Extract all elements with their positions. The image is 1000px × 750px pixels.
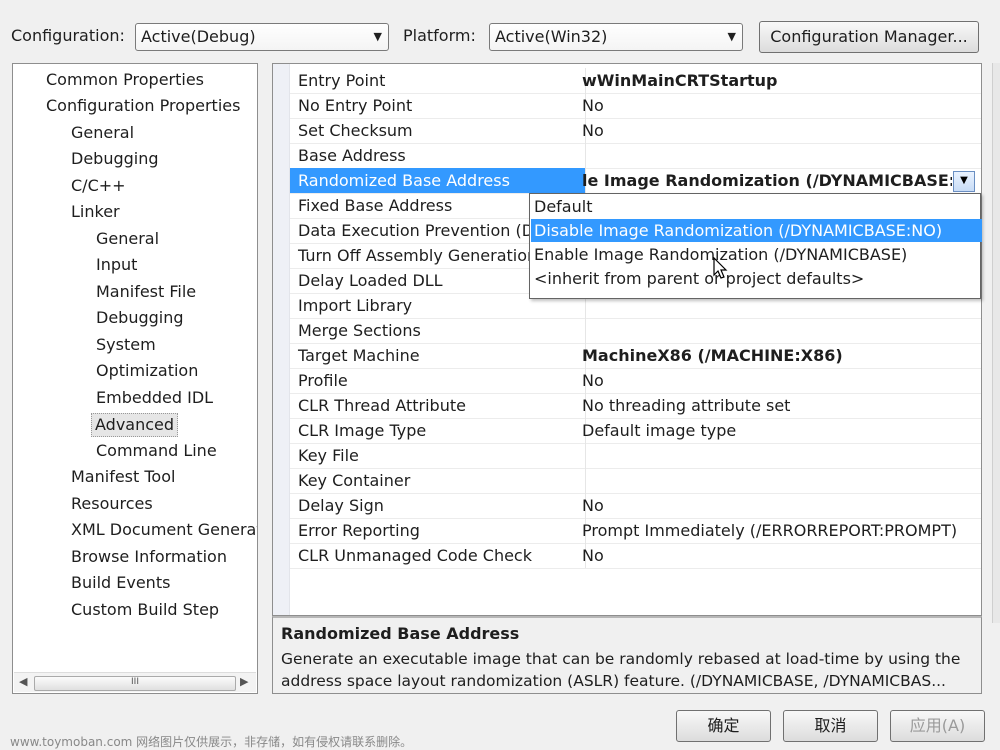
tree-horizontal-scrollbar[interactable]: ◀ III ▶ — [14, 672, 256, 692]
tree-item-debugging[interactable]: Debugging — [68, 148, 162, 170]
property-row-clr-image-type[interactable]: CLR Image Type Default image type — [290, 418, 981, 444]
property-row-merge-sections[interactable]: Merge Sections — [290, 318, 981, 344]
property-row-key-container[interactable]: Key Container — [290, 468, 981, 494]
property-tree: Common Properties Configuration Properti… — [12, 63, 258, 694]
property-row-clr-thread-attribute[interactable]: CLR Thread Attribute No threading attrib… — [290, 393, 981, 419]
property-value[interactable] — [582, 443, 977, 468]
property-value[interactable]: No — [582, 93, 977, 118]
property-name: Target Machine — [290, 343, 586, 368]
property-name: Delay Sign — [290, 493, 586, 518]
property-value[interactable] — [582, 318, 977, 343]
property-value[interactable]: No — [582, 493, 977, 518]
property-row-entry-point[interactable]: Entry Point wWinMainCRTStartup — [290, 68, 981, 94]
tree-item-linker-command-line[interactable]: Command Line — [93, 440, 220, 462]
ok-button[interactable]: 确定 — [676, 710, 771, 742]
property-row-target-machine[interactable]: Target Machine MachineX86 (/MACHINE:X86) — [290, 343, 981, 369]
property-value[interactable]: No — [582, 368, 977, 393]
tree-item-resources[interactable]: Resources — [68, 493, 156, 515]
property-row-randomized-base-address[interactable]: Randomized Base Address le Image Randomi… — [290, 168, 981, 194]
tree-item-linker[interactable]: Linker — [68, 201, 123, 223]
property-name: Randomized Base Address — [290, 168, 586, 193]
tree-item-build-events[interactable]: Build Events — [68, 572, 173, 594]
tree-item-linker-embedded-idl[interactable]: Embedded IDL — [93, 387, 216, 409]
property-name: No Entry Point — [290, 93, 586, 118]
cancel-button[interactable]: 取消 — [783, 710, 878, 742]
scroll-left-icon[interactable]: ◀ — [19, 675, 27, 688]
property-value[interactable]: Prompt Immediately (/ERRORREPORT:PROMPT) — [582, 518, 977, 543]
scroll-right-icon[interactable]: ▶ — [240, 675, 248, 688]
property-value[interactable]: No threading attribute set — [582, 393, 977, 418]
chevron-down-icon: ▼ — [373, 30, 382, 43]
property-value[interactable] — [582, 143, 977, 168]
property-value[interactable]: No — [582, 118, 977, 143]
configuration-label: Configuration: — [11, 26, 125, 45]
window-vertical-scrollbar[interactable] — [992, 63, 1000, 623]
property-row-base-address[interactable]: Base Address — [290, 143, 981, 169]
configuration-value: Active(Debug) — [141, 27, 256, 46]
grid-gutter — [273, 64, 290, 615]
description-title: Randomized Base Address — [281, 624, 520, 643]
property-row-no-entry-point[interactable]: No Entry Point No — [290, 93, 981, 119]
tree-item-linker-debugging[interactable]: Debugging — [93, 307, 187, 329]
tree-item-browse-information[interactable]: Browse Information — [68, 546, 230, 568]
platform-select[interactable]: Active(Win32) ▼ — [489, 23, 743, 51]
description-text: Generate an executable image that can be… — [281, 650, 961, 690]
dropdown-option-enable-randomization[interactable]: Enable Image Randomization (/DYNAMICBASE… — [531, 243, 982, 266]
dropdown-toggle-button[interactable]: ▼ — [953, 171, 975, 192]
dropdown-option-disable-randomization[interactable]: Disable Image Randomization (/DYNAMICBAS… — [531, 219, 982, 242]
tree-item-cpp[interactable]: C/C++ — [68, 175, 129, 197]
tree-item-linker-general[interactable]: General — [93, 228, 162, 250]
chevron-down-icon: ▼ — [960, 175, 968, 186]
property-name: Set Checksum — [290, 118, 586, 143]
property-name: Key Container — [290, 468, 586, 493]
description-panel: Randomized Base Address Generate an exec… — [272, 616, 982, 694]
tree-item-general[interactable]: General — [68, 122, 137, 144]
platform-value: Active(Win32) — [495, 27, 608, 46]
tree-item-linker-manifest-file[interactable]: Manifest File — [93, 281, 199, 303]
property-value[interactable]: wWinMainCRTStartup — [582, 68, 977, 93]
platform-label: Platform: — [403, 26, 476, 45]
scroll-thumb[interactable]: III — [34, 676, 236, 691]
tree-item-custom-build-step[interactable]: Custom Build Step — [68, 599, 222, 621]
tree-item-configuration-properties[interactable]: Configuration Properties — [43, 95, 243, 117]
property-name: Entry Point — [290, 68, 586, 93]
tree-item-linker-input[interactable]: Input — [93, 254, 140, 276]
property-row-key-file[interactable]: Key File — [290, 443, 981, 469]
dropdown-option-inherit[interactable]: <inherit from parent or project defaults… — [531, 267, 982, 290]
randomized-base-address-dropdown-list: Default Disable Image Randomization (/DY… — [529, 193, 982, 299]
apply-button[interactable]: 应用(A) — [890, 710, 985, 742]
property-value[interactable]: MachineX86 (/MACHINE:X86) — [582, 343, 977, 368]
dropdown-option-default[interactable]: Default — [531, 195, 982, 218]
property-value[interactable]: le Image Randomization (/DYNAMICBASE:NO) — [582, 168, 952, 193]
property-row-error-reporting[interactable]: Error Reporting Prompt Immediately (/ERR… — [290, 518, 981, 544]
property-row-profile[interactable]: Profile No — [290, 368, 981, 394]
property-grid: Entry Point wWinMainCRTStartup No Entry … — [272, 63, 982, 616]
tree-item-xml-document-generator[interactable]: XML Document Generat — [68, 519, 257, 541]
property-name: Base Address — [290, 143, 586, 168]
property-name: Profile — [290, 368, 586, 393]
tree-item-linker-system[interactable]: System — [93, 334, 159, 356]
property-name: CLR Unmanaged Code Check — [290, 543, 586, 568]
configuration-manager-button[interactable]: Configuration Manager... — [759, 21, 979, 53]
tree-item-manifest-tool[interactable]: Manifest Tool — [68, 466, 178, 488]
watermark-text: www.toymoban.com 网络图片仅供展示，非存储，如有侵权请联系删除。 — [10, 735, 413, 749]
property-name: Merge Sections — [290, 318, 586, 343]
property-value[interactable] — [582, 468, 977, 493]
property-name: CLR Thread Attribute — [290, 393, 586, 418]
chevron-down-icon: ▼ — [727, 30, 736, 43]
tree-item-common-properties[interactable]: Common Properties — [43, 69, 207, 91]
property-row-set-checksum[interactable]: Set Checksum No — [290, 118, 981, 144]
property-name: CLR Image Type — [290, 418, 586, 443]
mouse-cursor-icon — [713, 257, 728, 279]
tree-item-linker-optimization[interactable]: Optimization — [93, 360, 201, 382]
property-name: Key File — [290, 443, 586, 468]
property-row-clr-unmanaged-code-check[interactable]: CLR Unmanaged Code Check No — [290, 543, 981, 569]
property-row-delay-sign[interactable]: Delay Sign No — [290, 493, 981, 519]
property-name: Error Reporting — [290, 518, 586, 543]
property-value[interactable]: Default image type — [582, 418, 977, 443]
configuration-select[interactable]: Active(Debug) ▼ — [135, 23, 389, 51]
tree-item-linker-advanced[interactable]: Advanced — [91, 413, 179, 437]
property-value[interactable]: No — [582, 543, 977, 568]
